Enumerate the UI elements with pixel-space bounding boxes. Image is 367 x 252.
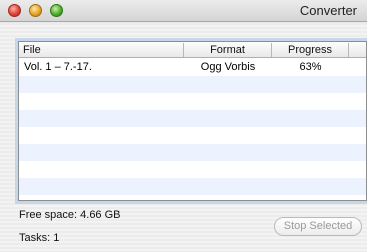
window-title: Converter	[299, 3, 357, 18]
column-header-progress[interactable]: Progress	[272, 43, 349, 57]
stop-selected-button[interactable]: Stop Selected	[274, 217, 362, 236]
empty-row	[19, 110, 366, 127]
empty-row	[19, 161, 366, 178]
minimize-window-button[interactable]	[29, 4, 42, 17]
cell-file: Vol. 1 – 7.-17.	[24, 61, 92, 73]
table-header: File Format Progress	[19, 42, 366, 58]
column-header-file[interactable]: File	[23, 43, 184, 57]
empty-row	[19, 178, 366, 195]
empty-row	[19, 76, 366, 93]
column-header-spacer	[349, 43, 366, 57]
zoom-window-button[interactable]	[50, 4, 63, 17]
table-body: Vol. 1 – 7.-17. Ogg Vorbis 63%	[19, 59, 366, 200]
empty-row	[19, 127, 366, 144]
window-content: File Format Progress Vol. 1 – 7.-17. Ogg…	[0, 23, 367, 252]
column-header-format[interactable]: Format	[184, 43, 272, 57]
empty-row	[19, 93, 366, 110]
empty-row	[19, 144, 366, 161]
task-table[interactable]: File Format Progress Vol. 1 – 7.-17. Ogg…	[18, 41, 367, 201]
free-space-label: Free space: 4.66 GB	[19, 209, 121, 221]
close-window-button[interactable]	[8, 4, 21, 17]
cell-progress: 63%	[299, 61, 322, 73]
empty-row	[19, 195, 366, 200]
cell-format: Ogg Vorbis	[200, 61, 256, 73]
table-row[interactable]: Vol. 1 – 7.-17. Ogg Vorbis 63%	[19, 59, 366, 76]
tasks-count-label: Tasks: 1	[19, 232, 60, 244]
title-bar: Converter	[0, 0, 367, 22]
